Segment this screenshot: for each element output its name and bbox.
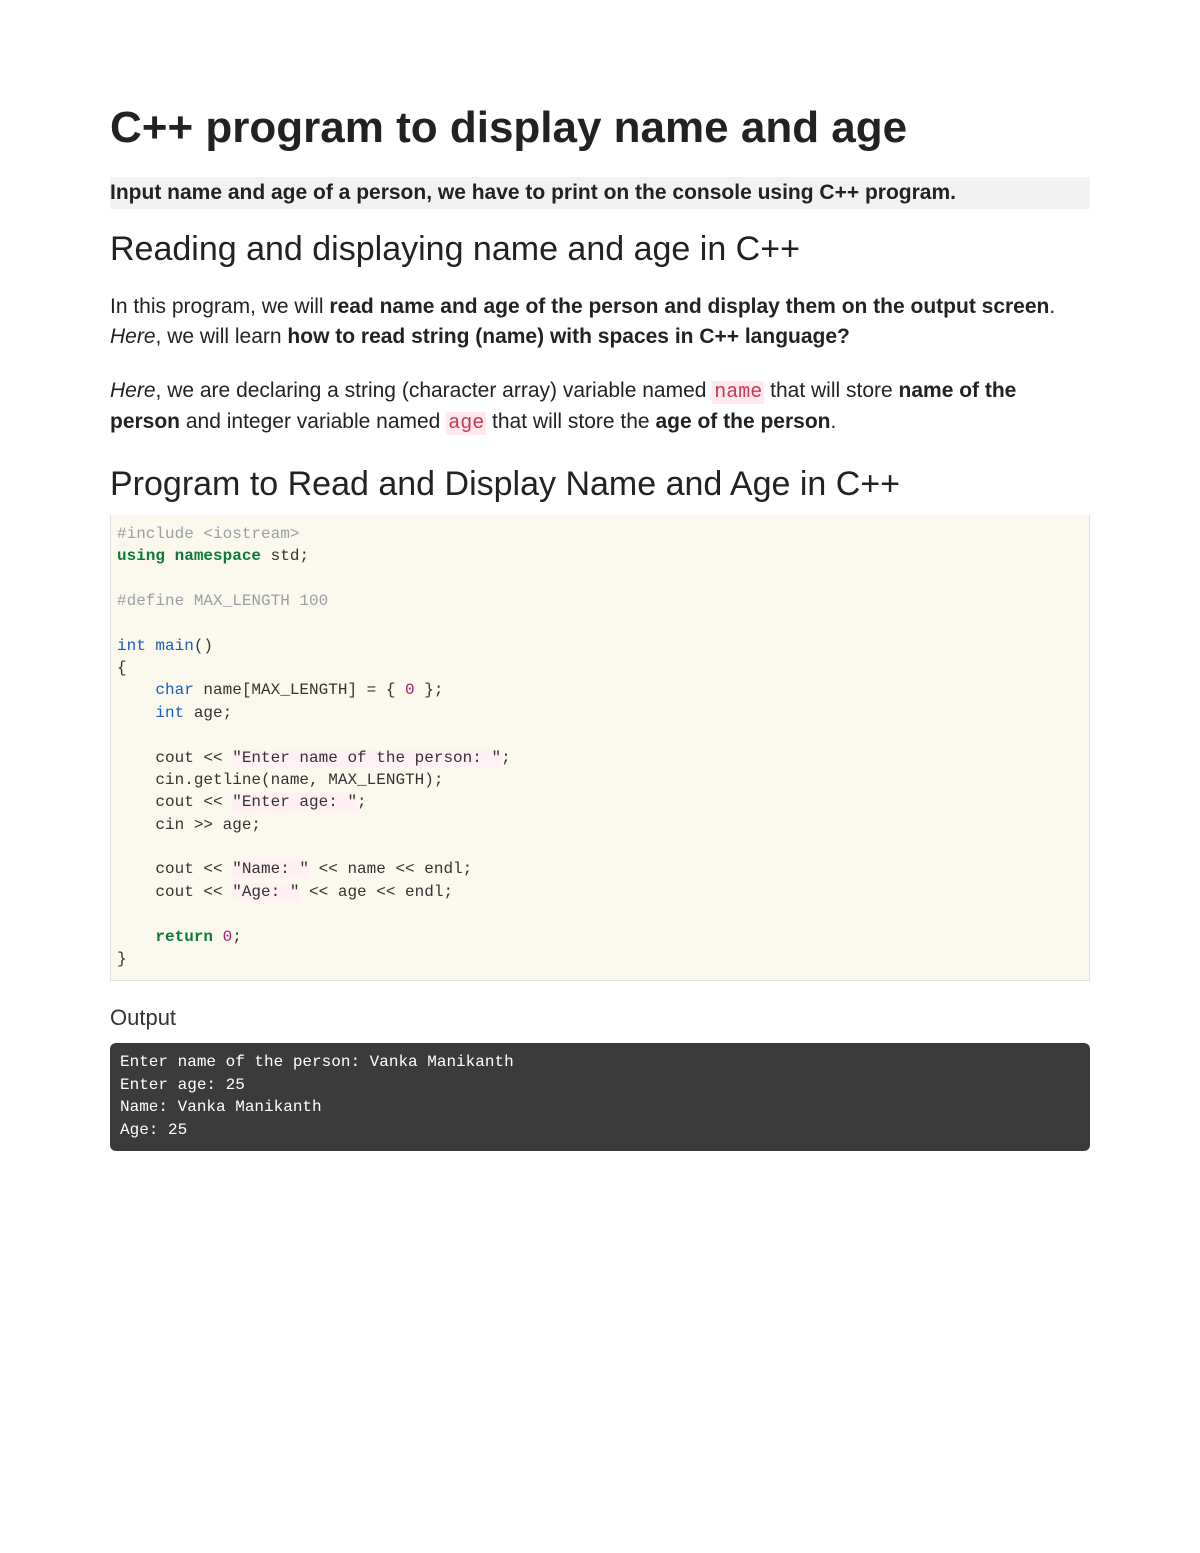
code-text: age; (184, 704, 232, 722)
section-heading-1: Reading and displaying name and age in C… (110, 227, 1090, 271)
code-text: cout << (117, 860, 232, 878)
code-string: "Enter name of the person: " (232, 749, 501, 767)
page-title: C++ program to display name and age (110, 100, 1090, 155)
code-text: name[MAX_LENGTH] = { (194, 681, 405, 699)
code-indent (117, 681, 155, 699)
code-text: cin.getline(name, MAX_LENGTH); (117, 771, 443, 789)
code-line: #include <iostream> (117, 525, 299, 543)
code-text: }; (415, 681, 444, 699)
inline-code-age: age (446, 412, 486, 435)
paragraph-1: In this program, we will read name and a… (110, 292, 1090, 353)
italic-text: Here (110, 379, 156, 402)
text: , we are declaring a string (character a… (156, 379, 713, 402)
code-text: << age << endl; (299, 883, 453, 901)
inline-code-name: name (712, 381, 764, 404)
code-keyword: namespace (165, 547, 261, 565)
code-indent (117, 704, 155, 722)
output-block: Enter name of the person: Vanka Manikant… (110, 1043, 1090, 1151)
code-text: std; (261, 547, 309, 565)
code-text: ; (232, 928, 242, 946)
text: . (1049, 295, 1055, 318)
section-heading-2: Program to Read and Display Name and Age… (110, 462, 1090, 506)
output-line: Enter age: 25 (120, 1076, 245, 1094)
code-text: cout << (117, 883, 232, 901)
code-text: cin >> age; (117, 816, 261, 834)
code-text: << name << endl; (309, 860, 472, 878)
code-fn: main (146, 637, 194, 655)
code-block: #include <iostream> using namespace std;… (110, 515, 1090, 982)
code-type: char (155, 681, 193, 699)
code-text (213, 928, 223, 946)
code-number: 0 (223, 928, 233, 946)
code-string: "Enter age: " (232, 793, 357, 811)
code-indent (117, 928, 155, 946)
code-text: ; (501, 749, 511, 767)
code-type: int (117, 637, 146, 655)
bold-text: age of the person (655, 410, 830, 433)
output-line: Enter name of the person: Vanka Manikant… (120, 1053, 514, 1071)
code-string: "Name: " (232, 860, 309, 878)
code-type: int (155, 704, 184, 722)
page-subtitle: Input name and age of a person, we have … (110, 177, 1090, 209)
code-string: "Age: " (232, 883, 299, 901)
paragraph-2: Here, we are declaring a string (charact… (110, 376, 1090, 438)
text: . (830, 410, 836, 433)
code-text: ; (357, 793, 367, 811)
output-heading: Output (110, 1005, 1090, 1031)
code-keyword: using (117, 547, 165, 565)
bold-text: how to read string (name) with spaces in… (287, 325, 849, 348)
text: and integer variable named (180, 410, 446, 433)
code-text: cout << (117, 749, 232, 767)
code-text: cout << (117, 793, 232, 811)
code-brace: { (117, 659, 127, 677)
output-line: Age: 25 (120, 1121, 187, 1139)
code-brace: } (117, 950, 127, 968)
code-line: #define MAX_LENGTH 100 (117, 592, 328, 610)
code-keyword: return (155, 928, 213, 946)
italic-text: Here (110, 325, 156, 348)
bold-text: read name and age of the person and disp… (329, 295, 1049, 318)
text: that will store (764, 379, 898, 402)
code-number: 0 (405, 681, 415, 699)
code-text: () (194, 637, 213, 655)
output-line: Name: Vanka Manikanth (120, 1098, 322, 1116)
text: In this program, we will (110, 295, 329, 318)
text: , we will learn (156, 325, 288, 348)
text: that will store the (486, 410, 655, 433)
